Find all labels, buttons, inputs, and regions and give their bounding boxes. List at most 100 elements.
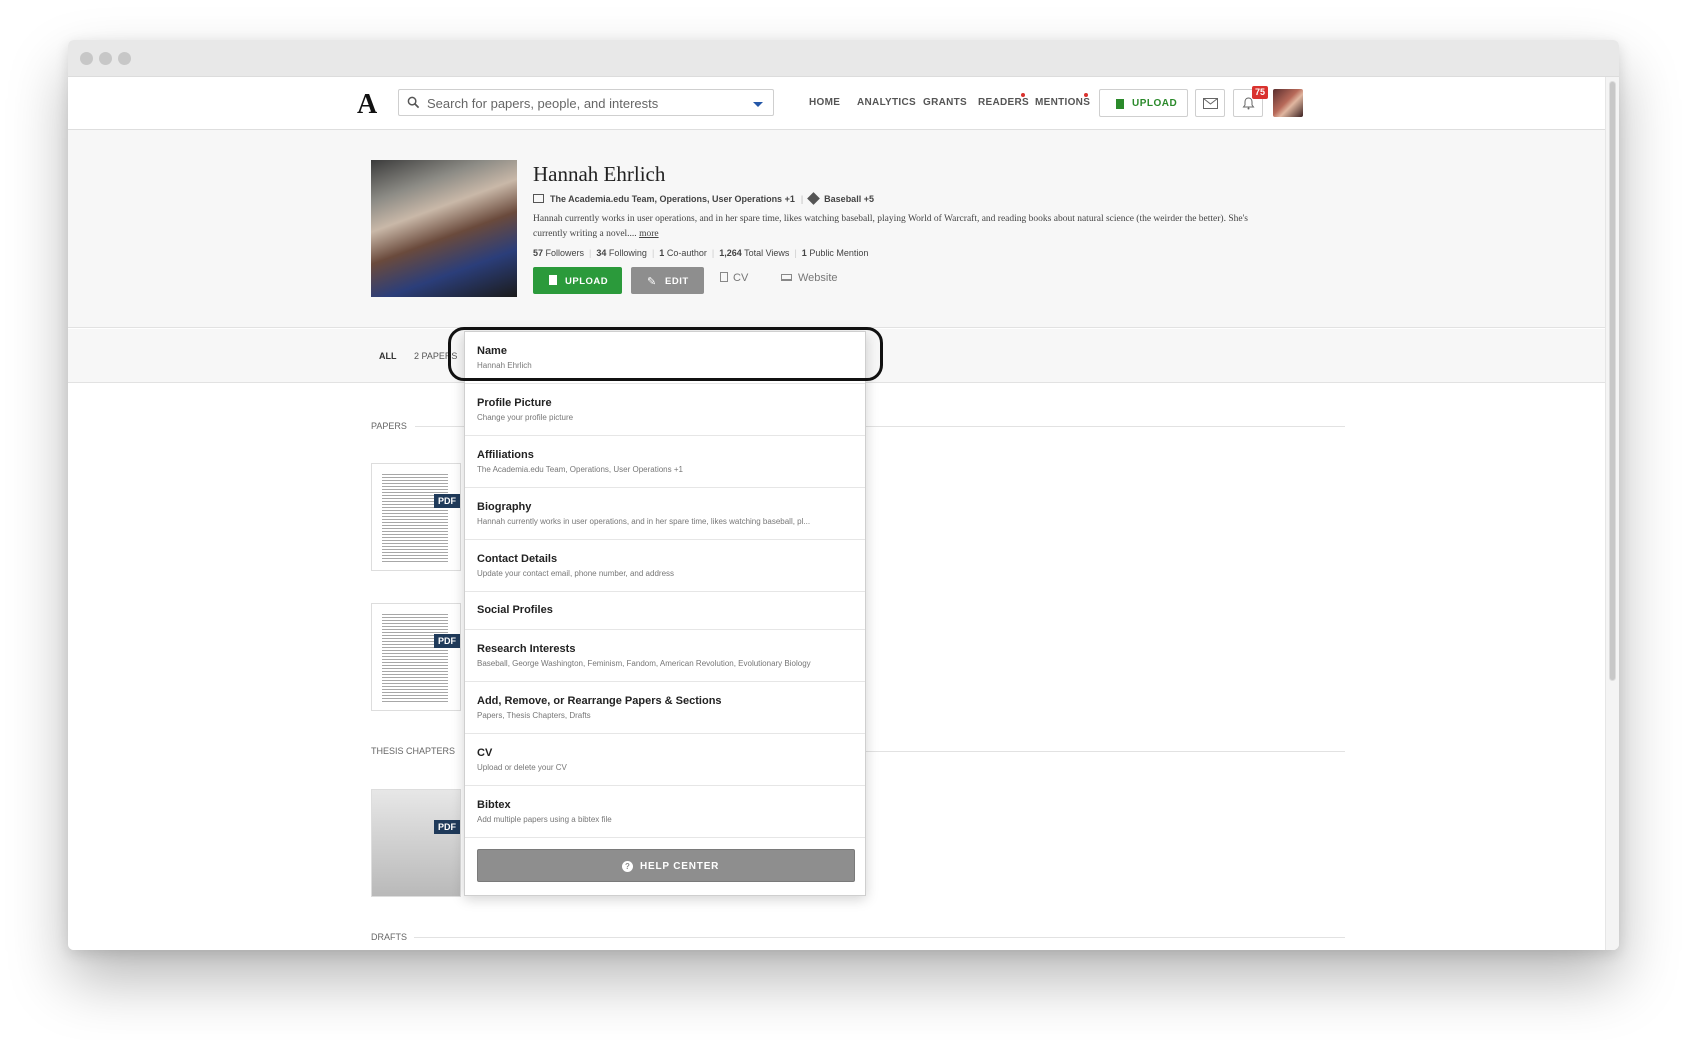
edit-profile-menu: Name Hannah Ehrlich Profile Picture Chan… [464, 331, 866, 896]
views-count: 1,264 [719, 248, 742, 258]
website-link[interactable]: Website [781, 272, 838, 284]
profile-edit-label: EDIT [665, 276, 689, 287]
menu-item-affiliations[interactable]: Affiliations The Academia.edu Team, Oper… [465, 436, 865, 488]
minimize-window-button[interactable] [99, 52, 112, 65]
laptop-icon [781, 274, 792, 281]
following-count[interactable]: 34 [596, 248, 606, 258]
mentions-count[interactable]: 1 [802, 248, 807, 258]
menu-item-subtitle: Baseball, George Washington, Feminism, F… [477, 659, 811, 668]
nav-mentions[interactable]: MENTIONS [1035, 97, 1090, 108]
nav-analytics[interactable]: ANALYTICS [857, 97, 916, 108]
paper-thumbnail[interactable]: PDF [371, 603, 461, 711]
tag-icon [807, 192, 821, 205]
cv-link[interactable]: CV [720, 272, 748, 284]
menu-item-subtitle: Hannah currently works in user operation… [477, 517, 811, 526]
profile-affiliations: The Academia.edu Team, Operations, User … [533, 192, 874, 205]
top-navigation: A Search for papers, people, and interes… [68, 77, 1605, 130]
academia-logo[interactable]: A [357, 89, 377, 121]
menu-item-bibtex[interactable]: Bibtex Add multiple papers using a bibte… [465, 786, 865, 838]
page-content: A Search for papers, people, and interes… [68, 77, 1605, 950]
tab-all[interactable]: ALL [379, 351, 397, 361]
profile-header: Hannah Ehrlich The Academia.edu Team, Op… [68, 130, 1605, 328]
window-titlebar [68, 40, 1619, 77]
paper-thumbnail[interactable]: PDF [371, 463, 461, 571]
messages-button[interactable] [1195, 89, 1225, 117]
institution-icon [533, 194, 544, 203]
views-label: Total Views [744, 248, 790, 258]
following-label[interactable]: Following [609, 248, 647, 258]
readers-alert-dot [1021, 93, 1025, 97]
menu-item-subtitle: Update your contact email, phone number,… [477, 569, 675, 578]
profile-bio: Hannah currently works in user operation… [533, 212, 1283, 242]
paper-preview [382, 614, 448, 702]
menu-item-rearrange-papers[interactable]: Add, Remove, or Rearrange Papers & Secti… [465, 682, 865, 734]
file-icon [720, 272, 728, 282]
menu-item-contact-details[interactable]: Contact Details Update your contact emai… [465, 540, 865, 592]
profile-upload-label: UPLOAD [565, 276, 609, 287]
coauthor-label[interactable]: Co-author [667, 248, 707, 258]
help-center-button[interactable]: ? HELP CENTER [477, 849, 855, 882]
drafts-section-label: DRAFTS [371, 932, 407, 942]
paper-preview [382, 474, 448, 562]
followers-count[interactable]: 57 [533, 248, 543, 258]
menu-item-subtitle: Change your profile picture [477, 413, 574, 422]
profile-name: Hannah Ehrlich [533, 162, 666, 186]
thesis-thumbnail[interactable]: PDF [371, 789, 461, 897]
nav-upload-button[interactable]: UPLOAD [1099, 89, 1188, 117]
menu-item-subtitle: Papers, Thesis Chapters, Drafts [477, 711, 591, 720]
search-input[interactable]: Search for papers, people, and interests [398, 89, 774, 116]
menu-item-title: Research Interests [477, 643, 576, 655]
nav-readers[interactable]: READERS [978, 97, 1029, 108]
nav-home[interactable]: HOME [809, 97, 840, 108]
menu-item-subtitle: Upload or delete your CV [477, 763, 567, 772]
drafts-divider [414, 937, 1345, 938]
envelope-icon [1203, 98, 1218, 109]
website-link-label: Website [798, 272, 838, 284]
menu-item-title: Social Profiles [477, 604, 553, 616]
help-center-label: HELP CENTER [640, 861, 720, 872]
pdf-badge: PDF [434, 494, 460, 508]
scrollbar-thumb[interactable] [1609, 81, 1616, 681]
menu-item-title: Add, Remove, or Rearrange Papers & Secti… [477, 695, 722, 707]
menu-item-biography[interactable]: Biography Hannah currently works in user… [465, 488, 865, 540]
profile-edit-button[interactable]: ✎ EDIT [631, 267, 704, 294]
vertical-scrollbar[interactable] [1605, 77, 1619, 950]
cv-link-label: CV [733, 272, 749, 284]
menu-item-cv[interactable]: CV Upload or delete your CV [465, 734, 865, 786]
chevron-down-icon[interactable] [753, 102, 763, 107]
menu-item-title: Profile Picture [477, 397, 552, 409]
followers-label[interactable]: Followers [546, 248, 585, 258]
mentions-alert-dot [1084, 93, 1088, 97]
menu-item-title: Biography [477, 501, 532, 513]
browser-window: A Search for papers, people, and interes… [68, 40, 1619, 950]
search-icon [407, 96, 420, 109]
document-icon [1116, 99, 1124, 109]
user-avatar[interactable] [1273, 89, 1303, 117]
menu-item-research-interests[interactable]: Research Interests Baseball, George Wash… [465, 630, 865, 682]
close-window-button[interactable] [80, 52, 93, 65]
profile-photo [371, 160, 517, 297]
menu-item-social-profiles[interactable]: Social Profiles [465, 592, 865, 630]
nav-upload-label: UPLOAD [1132, 98, 1178, 109]
menu-item-profile-picture[interactable]: Profile Picture Change your profile pict… [465, 384, 865, 436]
nav-grants[interactable]: GRANTS [923, 97, 967, 108]
document-icon [549, 275, 557, 285]
name-item-highlight [448, 327, 883, 381]
menu-item-subtitle: Add multiple papers using a bibtex file [477, 815, 612, 824]
zoom-window-button[interactable] [118, 52, 131, 65]
mentions-label[interactable]: Public Mention [809, 248, 868, 258]
bio-more-link[interactable]: more [639, 229, 659, 239]
menu-item-title: CV [477, 747, 493, 759]
pencil-icon: ✎ [647, 276, 657, 288]
profile-upload-button[interactable]: UPLOAD [533, 267, 622, 294]
menu-item-title: Contact Details [477, 553, 558, 565]
coauthor-count[interactable]: 1 [659, 248, 664, 258]
interests-link[interactable]: Baseball +5 [824, 194, 874, 204]
question-icon: ? [622, 861, 633, 872]
pdf-badge: PDF [434, 634, 460, 648]
papers-section-label: PAPERS [371, 421, 407, 431]
pdf-badge: PDF [434, 820, 460, 834]
affiliations-link[interactable]: The Academia.edu Team, Operations, User … [550, 194, 795, 204]
notification-count-badge: 75 [1252, 86, 1269, 99]
menu-item-title: Affiliations [477, 449, 534, 461]
